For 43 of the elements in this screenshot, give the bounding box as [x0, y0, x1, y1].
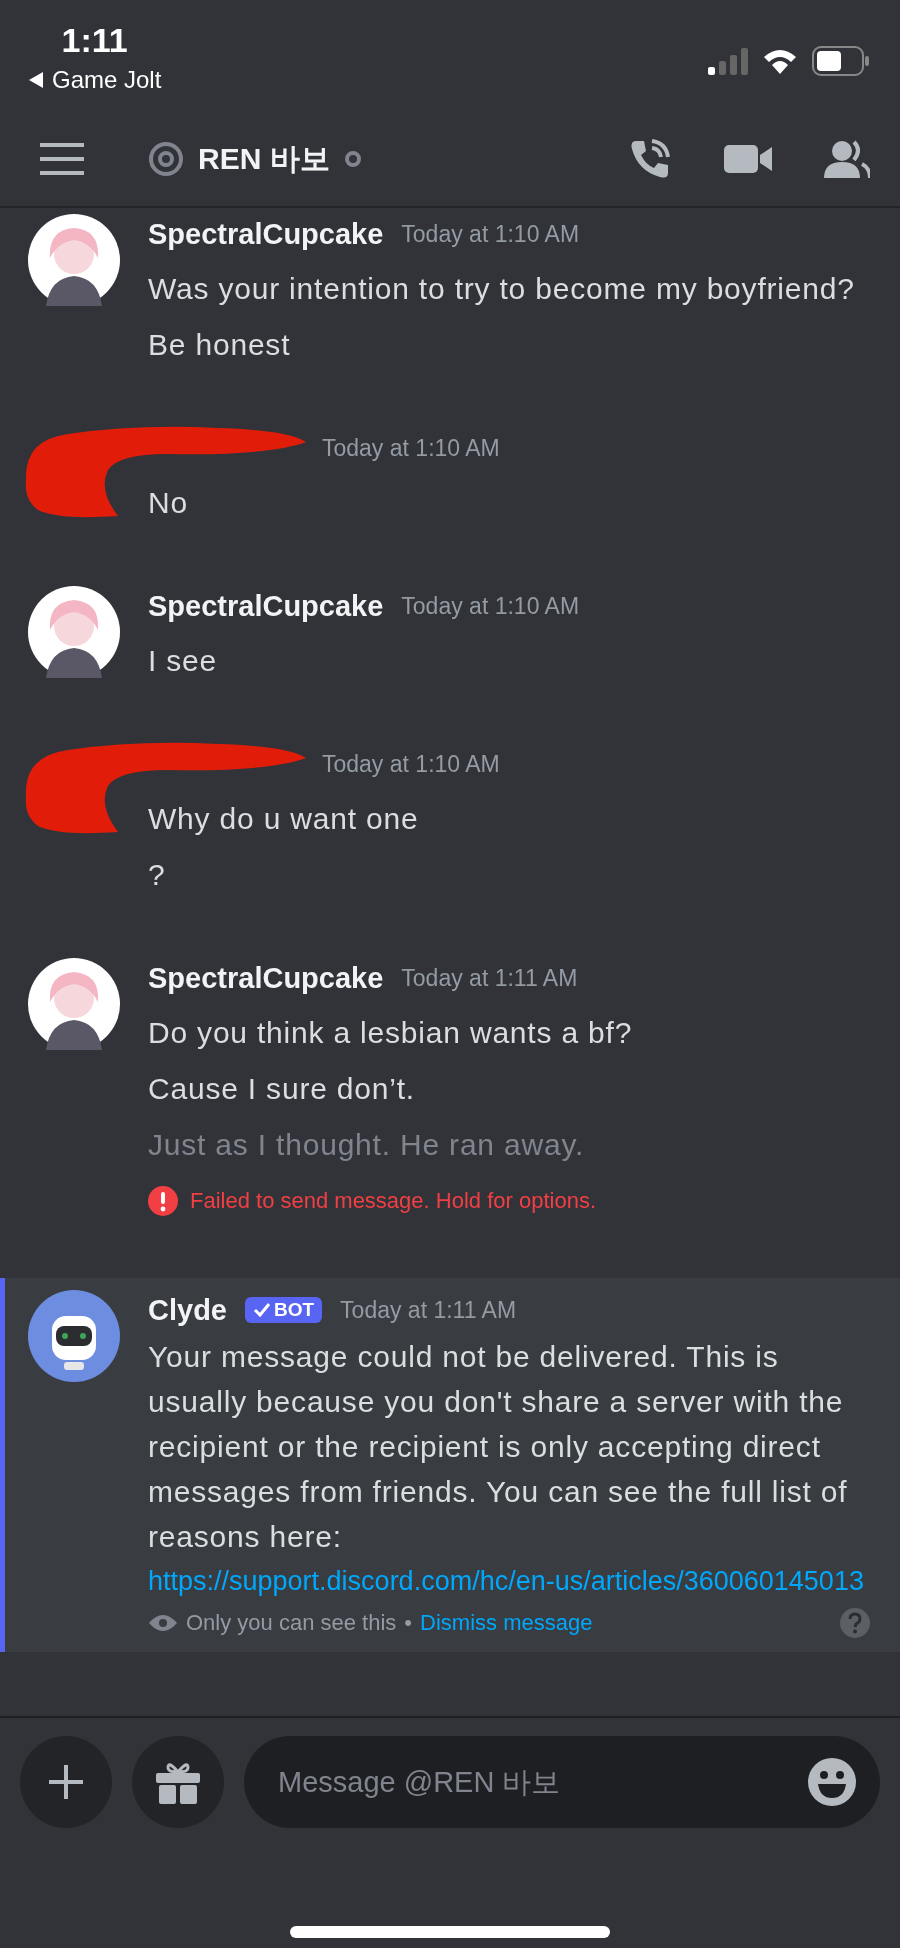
at-sign-icon: [148, 141, 184, 177]
message-text: Cause I sure don’t.: [148, 1071, 416, 1107]
username[interactable]: SpectralCupcake: [148, 589, 384, 623]
back-app-link[interactable]: Game Jolt: [52, 66, 162, 94]
video-camera-icon[interactable]: [724, 143, 772, 175]
timestamp: Today at 1:11 AM: [401, 964, 578, 992]
username[interactable]: SpectralCupcake: [148, 961, 384, 995]
signal-icon: [708, 47, 748, 75]
separator-dot: •: [404, 1610, 413, 1636]
emoji-icon[interactable]: [808, 1758, 856, 1806]
system-message-text: Your message could not be delivered. This is usually because you don't share a server with the recipient or the recipient is only accepting direct messages from friends. You can see the full list of reasons here: https://support.discord.com/hc/en-us/articles/360060145013: [148, 1334, 870, 1604]
message-text: Was your intention to try to become my boyfriend?: [148, 271, 856, 307]
message-text: I see: [148, 643, 219, 679]
members-icon[interactable]: [824, 140, 870, 178]
timestamp: Today at 1:10 AM: [322, 750, 500, 778]
message-text: ?: [148, 857, 167, 893]
status-ring-icon: [343, 150, 362, 168]
timestamp: Today at 1:10 AM: [322, 434, 500, 462]
username[interactable]: SpectralCupcake: [148, 217, 384, 251]
eye-icon: [148, 1613, 178, 1633]
message-text: No: [148, 485, 189, 521]
menu-icon[interactable]: [40, 143, 84, 175]
message-text: Just as I thought. He ran away.: [148, 1127, 586, 1163]
battery-icon: [812, 46, 870, 76]
channel-title: REN 바보: [198, 140, 330, 177]
plus-icon[interactable]: [49, 1765, 83, 1799]
error-icon: [148, 1186, 178, 1216]
message-text: Why do u want one: [148, 801, 420, 837]
message-input[interactable]: Message @REN 바보: [244, 1736, 880, 1828]
check-icon: [253, 1302, 271, 1318]
timestamp: Today at 1:11 AM: [340, 1296, 517, 1324]
wifi-icon: [762, 47, 798, 75]
clock-time: 1:11: [61, 20, 128, 60]
timestamp: Today at 1:10 AM: [401, 592, 580, 620]
visibility-note: Only you can see this: [186, 1610, 397, 1636]
bot-label: BOT: [274, 1299, 315, 1321]
support-link[interactable]: https://support.discord.com/hc/en-us/articles/360060145013: [148, 1559, 864, 1604]
back-arrow-icon[interactable]: [28, 71, 44, 89]
message-text: Be honest: [148, 327, 292, 363]
dismiss-link[interactable]: Dismiss message: [420, 1610, 593, 1636]
username[interactable]: Clyde: [148, 1293, 227, 1327]
timestamp: Today at 1:10 AM: [401, 220, 580, 248]
message-text: Do you think a lesbian wants a bf?: [148, 1015, 634, 1051]
